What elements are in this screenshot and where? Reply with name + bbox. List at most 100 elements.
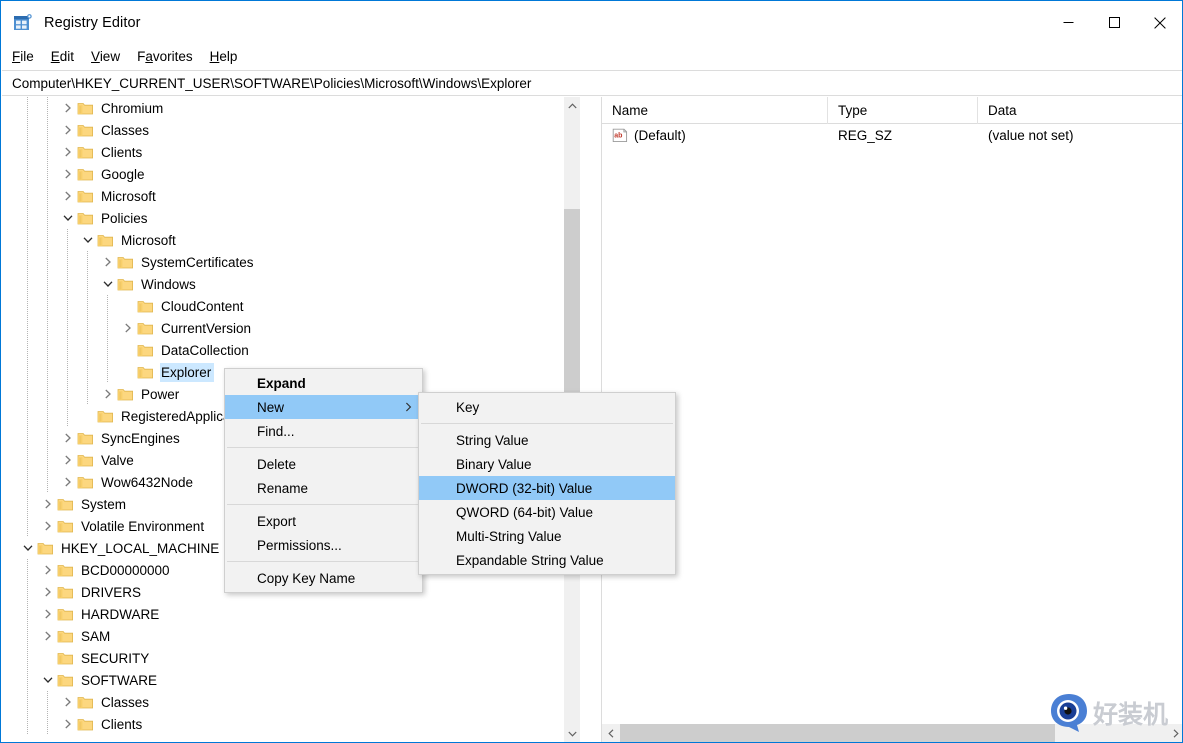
address-bar[interactable]: Computer\HKEY_CURRENT_USER\SOFTWARE\Poli… [2, 70, 1182, 96]
new-submenu-item-key[interactable]: Key [419, 395, 675, 419]
tree-guide-line [27, 229, 28, 251]
list-scroll-thumb[interactable] [620, 724, 1055, 742]
context-menu-item-export[interactable]: Export [225, 509, 422, 533]
tree-expand-chevron[interactable] [60, 100, 76, 116]
menu-favorites[interactable]: Favorites [137, 47, 203, 66]
tree-guide-line [67, 361, 68, 383]
tree-expand-chevron[interactable] [40, 606, 56, 622]
tree-expand-chevron[interactable] [60, 144, 76, 160]
context-menu-item-find[interactable]: Find... [225, 419, 422, 443]
tree-item-windows[interactable]: Windows [2, 273, 580, 295]
tree-collapse-chevron[interactable] [60, 210, 76, 226]
menu-edit[interactable]: Edit [51, 47, 84, 66]
tree-expand-chevron[interactable] [120, 320, 136, 336]
menu-help[interactable]: Help [210, 47, 248, 66]
tree-collapse-chevron[interactable] [100, 276, 116, 292]
chevron-left-icon [607, 728, 613, 738]
new-submenu-item-expandable-string-value[interactable]: Expandable String Value [419, 548, 675, 572]
tree-guide-line [27, 273, 28, 295]
tree-expand-chevron[interactable] [60, 452, 76, 468]
new-submenu-item-qword-64-bit-value[interactable]: QWORD (64-bit) Value [419, 500, 675, 524]
tree-item-clients[interactable]: Clients [2, 713, 580, 735]
tree-guide-line [27, 647, 28, 669]
new-submenu-item-dword-32-bit-value[interactable]: DWORD (32-bit) Value [419, 476, 675, 500]
menu-view[interactable]: View [91, 47, 130, 66]
tree-item-currentversion[interactable]: CurrentVersion [2, 317, 580, 339]
tree-item-hardware[interactable]: HARDWARE [2, 603, 580, 625]
tree-expand-chevron[interactable] [60, 716, 76, 732]
maximize-button[interactable] [1091, 2, 1137, 43]
menu-file[interactable]: File [12, 47, 44, 66]
tree-expand-chevron[interactable] [40, 562, 56, 578]
tree-guide-line [27, 559, 28, 581]
tree-item-cloudcontent[interactable]: CloudContent [2, 295, 580, 317]
column-header-type[interactable]: Type [828, 97, 978, 124]
table-row[interactable]: ab (Default) REG_SZ (value not set) [602, 124, 1182, 147]
tree-expand-chevron[interactable] [40, 584, 56, 600]
context-menu-item-rename[interactable]: Rename [225, 476, 422, 500]
chevron-right-icon [45, 521, 51, 531]
tree-expand-chevron[interactable] [60, 430, 76, 446]
folder-icon [37, 541, 54, 556]
tree-item-clients[interactable]: Clients [2, 141, 580, 163]
context-menu-item-new[interactable]: New [225, 395, 422, 419]
chevron-right-icon [125, 323, 131, 333]
tree-item-systemcertificates[interactable]: SystemCertificates [2, 251, 580, 273]
chevron-right-icon [65, 147, 71, 157]
context-menu-item-label: Permissions... [257, 537, 342, 553]
context-menu-item-delete[interactable]: Delete [225, 452, 422, 476]
tree-item-policies[interactable]: Policies [2, 207, 580, 229]
tree-collapse-chevron[interactable] [20, 540, 36, 556]
tree-expand-chevron[interactable] [100, 254, 116, 270]
tree-collapse-chevron[interactable] [80, 232, 96, 248]
tree-item-label: SyncEngines [101, 430, 180, 446]
scroll-left-button[interactable] [602, 724, 619, 742]
tree-item-microsoft[interactable]: Microsoft [2, 185, 580, 207]
tree-expand-chevron[interactable] [40, 518, 56, 534]
scroll-down-button[interactable] [564, 725, 580, 742]
folder-icon [57, 497, 74, 512]
tree-expand-chevron[interactable] [40, 628, 56, 644]
tree-item-chromium[interactable]: Chromium [2, 97, 580, 119]
tree-item-label: Power [141, 386, 180, 402]
tree-expand-chevron[interactable] [60, 694, 76, 710]
tree-item-label: Google [101, 166, 145, 182]
tree-item-classes[interactable]: Classes [2, 691, 580, 713]
folder-icon [77, 475, 94, 490]
folder-icon [57, 607, 74, 622]
tree-guide-line [67, 273, 68, 295]
tree-item-security[interactable]: SECURITY [2, 647, 580, 669]
column-header-name[interactable]: Name [602, 97, 828, 124]
tree-item-datacollection[interactable]: DataCollection [2, 339, 580, 361]
tree-item-software[interactable]: SOFTWARE [2, 669, 580, 691]
new-submenu-item-binary-value[interactable]: Binary Value [419, 452, 675, 476]
scroll-up-button[interactable] [564, 97, 580, 114]
folder-icon [137, 366, 153, 378]
context-menu-item-permissions[interactable]: Permissions... [225, 533, 422, 557]
tree-item-microsoft[interactable]: Microsoft [2, 229, 580, 251]
tree-expand-chevron[interactable] [60, 188, 76, 204]
tree-expand-chevron[interactable] [40, 496, 56, 512]
context-menu-item-expand[interactable]: Expand [225, 371, 422, 395]
column-header-data[interactable]: Data [978, 97, 1182, 124]
close-button[interactable] [1137, 2, 1182, 43]
tree-item-classes[interactable]: Classes [2, 119, 580, 141]
tree-expand-chevron[interactable] [60, 474, 76, 490]
context-menu-item-copy-key-name[interactable]: Copy Key Name [225, 566, 422, 590]
tree-item-label: Classes [101, 122, 150, 138]
tree-expand-chevron[interactable] [60, 122, 76, 138]
tree-expand-chevron[interactable] [60, 166, 76, 182]
folder-icon [57, 674, 73, 686]
folder-icon [77, 211, 94, 226]
tree-expand-chevron[interactable] [100, 386, 116, 402]
tree-collapse-chevron[interactable] [40, 672, 56, 688]
tree-item-label: Chromium [101, 100, 164, 116]
tree-item-sam[interactable]: SAM [2, 625, 580, 647]
tree-item-google[interactable]: Google [2, 163, 580, 185]
chevron-down-icon [103, 281, 113, 287]
minimize-button[interactable] [1045, 2, 1091, 43]
new-submenu-item-multi-string-value[interactable]: Multi-String Value [419, 524, 675, 548]
tree-guide-line [27, 361, 28, 383]
new-submenu-item-string-value[interactable]: String Value [419, 428, 675, 452]
folder-icon [117, 256, 133, 268]
